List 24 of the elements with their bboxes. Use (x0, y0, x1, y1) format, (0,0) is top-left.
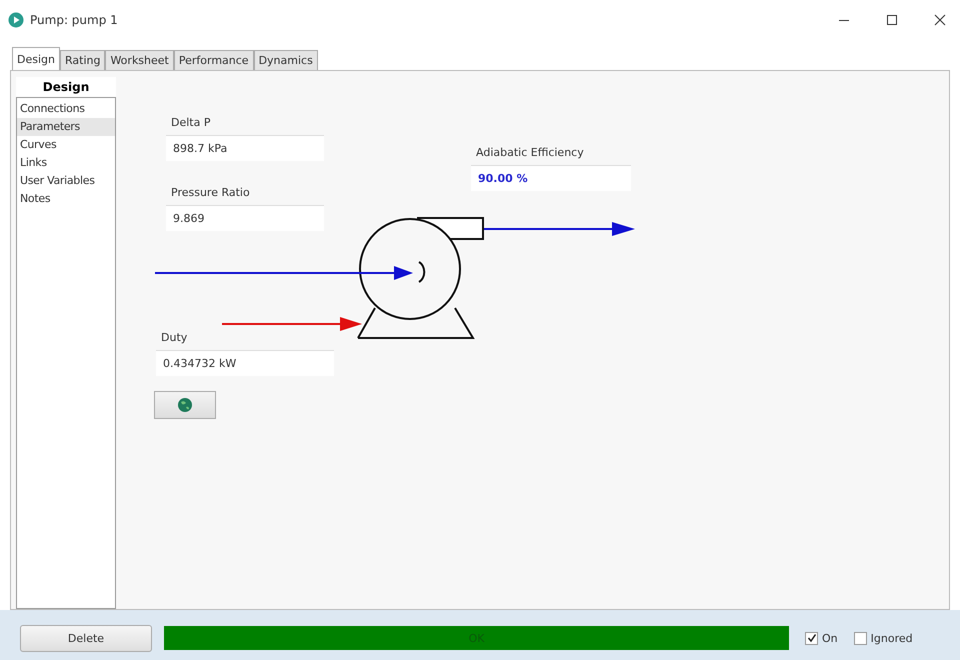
field-label: Pressure Ratio (170, 186, 251, 199)
tab[interactable]: Performance (174, 50, 254, 70)
tab[interactable]: Design (12, 47, 60, 70)
tab[interactable]: Dynamics (254, 50, 318, 70)
tab[interactable]: Rating (60, 50, 106, 70)
value-field[interactable]: 9.869 (166, 205, 324, 231)
sidebar-item[interactable]: Parameters (17, 118, 115, 136)
delete-button[interactable]: Delete (20, 624, 152, 652)
sidebar-item[interactable]: Curves (17, 136, 115, 154)
field-label: Adiabatic Efficiency (475, 146, 585, 159)
sidebar-item[interactable]: User Variables (17, 172, 115, 190)
field-label: Duty (160, 331, 188, 344)
value-field[interactable]: 0.434732 kW (156, 350, 334, 376)
sidebar-item[interactable]: Connections (17, 100, 115, 118)
value-field[interactable]: 898.7 kPa (166, 135, 324, 161)
checkbox-label: Ignored (870, 632, 913, 644)
value-field[interactable]: 90.00 % (471, 165, 631, 191)
tab[interactable]: Worksheet (105, 50, 174, 70)
sidebar-item[interactable]: Notes (17, 190, 115, 208)
checkbox-label: On (822, 632, 838, 644)
window-title: Pump: pump 1 (30, 13, 118, 27)
field-label: Delta P (170, 116, 212, 129)
sidebar-item[interactable]: Links (17, 154, 115, 172)
sidebar-header: Design (16, 77, 116, 97)
